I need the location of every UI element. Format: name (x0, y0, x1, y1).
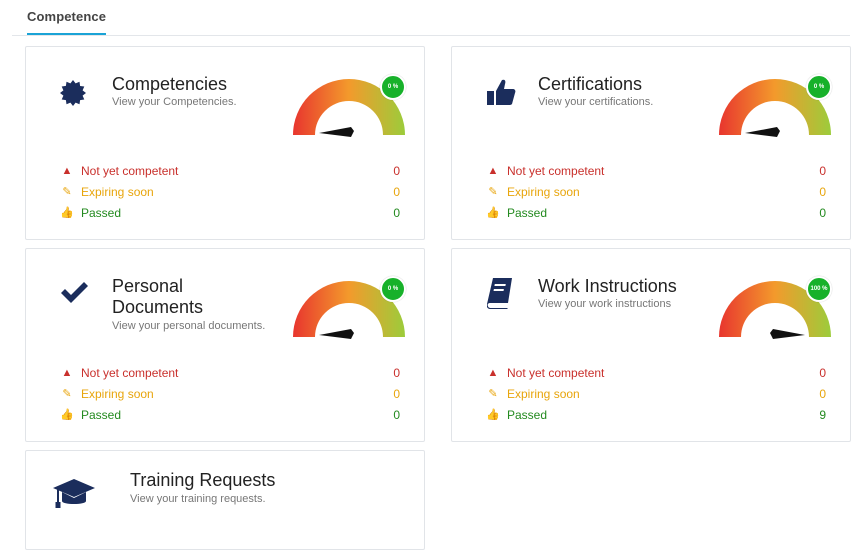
stat-value: 9 (819, 408, 826, 422)
stats-list: ▲ Not yet competent 0 ✎ Expiring soon 0 … (60, 161, 400, 224)
card-title: Certifications (538, 74, 643, 94)
stat-label: Passed (507, 408, 548, 422)
thumbs-up-icon (486, 77, 516, 112)
stat-label: Passed (81, 206, 122, 220)
edit-icon: ✎ (62, 186, 72, 198)
tab-bar: Competence (12, 0, 850, 36)
thumbs-up-icon: 👍 (60, 207, 74, 219)
edit-icon: ✎ (488, 388, 498, 400)
stat-label: Not yet competent (507, 366, 605, 380)
card-title: Competencies (112, 74, 228, 94)
card-title-line1: Personal (112, 276, 184, 296)
stat-expiring[interactable]: ✎ Expiring soon 0 (486, 384, 826, 405)
gauge-needle (319, 329, 354, 339)
gauge-needle (745, 127, 780, 137)
stat-value: 0 (393, 185, 400, 199)
stat-value: 0 (393, 366, 400, 380)
gauge-percent-badge: 0 % (806, 74, 832, 100)
stat-label: Expiring soon (81, 387, 154, 401)
card-title: Training Requests (130, 470, 276, 490)
card-subtitle: View your training requests. (130, 493, 266, 505)
stat-passed[interactable]: 👍 Passed 0 (486, 203, 826, 224)
gauge-percent-badge: 0 % (380, 276, 406, 302)
stat-value: 0 (393, 206, 400, 220)
stat-not-competent[interactable]: ▲ Not yet competent 0 (60, 161, 400, 182)
stat-not-competent[interactable]: ▲ Not yet competent 0 (486, 363, 826, 384)
stat-label: Expiring soon (507, 185, 580, 199)
stats-list: ▲ Not yet competent 0 ✎ Expiring soon 0 … (486, 161, 826, 224)
stat-value: 0 (393, 164, 400, 178)
stat-value: 0 (393, 387, 400, 401)
book-icon (486, 277, 513, 314)
stat-passed[interactable]: 👍 Passed 9 (486, 405, 826, 426)
card-subtitle: View your certifications. (538, 96, 654, 108)
training-requests-card[interactable]: Training Requests View your training req… (25, 450, 425, 550)
stat-value: 0 (819, 387, 826, 401)
edit-icon: ✎ (488, 186, 498, 198)
thumbs-up-icon: 👍 (486, 409, 500, 421)
stat-label: Not yet competent (81, 164, 179, 178)
stat-passed[interactable]: 👍 Passed 0 (60, 203, 400, 224)
stat-expiring[interactable]: ✎ Expiring soon 0 (486, 182, 826, 203)
badge-seal-icon (60, 80, 86, 111)
edit-icon: ✎ (62, 388, 72, 400)
card-subtitle: View your personal documents. (112, 320, 266, 332)
checkmark-icon (59, 281, 89, 310)
stat-value: 0 (393, 408, 400, 422)
stats-list: ▲ Not yet competent 0 ✎ Expiring soon 0 … (486, 363, 826, 426)
graduation-cap-icon (53, 479, 95, 516)
stat-not-competent[interactable]: ▲ Not yet competent 0 (486, 161, 826, 182)
personal-documents-card[interactable]: Personal Documents View your personal do… (25, 248, 425, 442)
thumbs-up-icon: 👍 (60, 409, 74, 421)
warning-icon: ▲ (487, 367, 499, 379)
stat-label: Passed (507, 206, 548, 220)
stats-list: ▲ Not yet competent 0 ✎ Expiring soon 0 … (60, 363, 400, 426)
stat-value: 0 (819, 366, 826, 380)
stat-label: Passed (81, 408, 122, 422)
stat-value: 0 (819, 206, 826, 220)
card-title-line2: Documents (112, 297, 204, 317)
stat-expiring[interactable]: ✎ Expiring soon 0 (60, 182, 400, 203)
tab-competence[interactable]: Competence (27, 9, 107, 35)
card-subtitle: View your work instructions (538, 298, 672, 310)
stat-expiring[interactable]: ✎ Expiring soon 0 (60, 384, 400, 405)
stat-not-competent[interactable]: ▲ Not yet competent 0 (60, 363, 400, 384)
stat-label: Expiring soon (507, 387, 580, 401)
stat-label: Expiring soon (81, 185, 154, 199)
stat-value: 0 (819, 185, 826, 199)
stat-passed[interactable]: 👍 Passed 0 (60, 405, 400, 426)
gauge-percent-badge: 100 % (806, 276, 832, 302)
card-title: Work Instructions (538, 276, 677, 296)
stat-value: 0 (819, 164, 826, 178)
gauge-percent-badge: 0 % (380, 74, 406, 100)
warning-icon: ▲ (61, 165, 73, 177)
certifications-card[interactable]: Certifications View your certifications.… (451, 46, 851, 240)
warning-icon: ▲ (487, 165, 499, 177)
gauge-needle (770, 329, 805, 339)
stat-label: Not yet competent (507, 164, 605, 178)
competencies-card[interactable]: Competencies View your Competencies. 0 %… (25, 46, 425, 240)
gauge-needle (319, 127, 354, 137)
work-instructions-card[interactable]: Work Instructions View your work instruc… (451, 248, 851, 442)
card-subtitle: View your Competencies. (112, 96, 237, 108)
stat-label: Not yet competent (81, 366, 179, 380)
thumbs-up-icon: 👍 (486, 207, 500, 219)
warning-icon: ▲ (61, 367, 73, 379)
